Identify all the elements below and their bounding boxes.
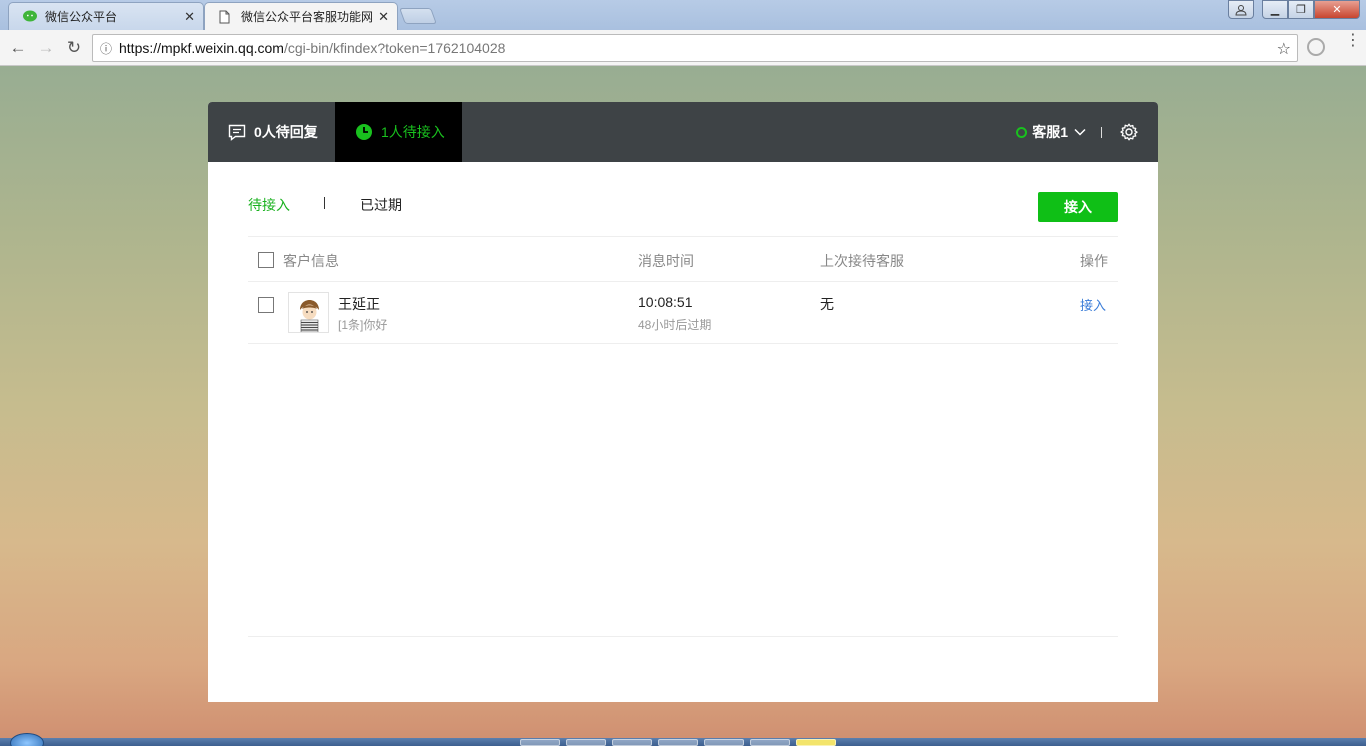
close-icon[interactable]: ✕ — [184, 9, 195, 25]
row-checkbox[interactable] — [258, 297, 274, 313]
tab-waiting-accept[interactable]: 1人待接入 — [335, 102, 462, 162]
column-header-action: 操作 — [1080, 253, 1108, 269]
browser-tab-strip: 微信公众平台 ✕ 微信公众平台客服功能网 ✕ ▁ ❐ ✕ — [0, 0, 1366, 30]
window-close-button[interactable]: ✕ — [1314, 0, 1360, 19]
gear-icon[interactable] — [1120, 123, 1138, 141]
subtab-divider — [324, 197, 325, 209]
user-icon[interactable] — [1228, 0, 1254, 19]
menu-dots-icon[interactable]: ⋮ — [1345, 33, 1361, 49]
table-header: 客户信息 消息时间 上次接待客服 操作 — [248, 236, 1118, 282]
url-host: https://mpkf.weixin.qq.com — [119, 40, 284, 56]
chat-list-icon — [228, 124, 246, 141]
chevron-down-icon — [1074, 128, 1086, 136]
agent-status-dropdown[interactable]: 客服1 — [1016, 102, 1086, 162]
customer-message-preview: [1条]你好 — [338, 318, 388, 332]
close-icon[interactable]: ✕ — [378, 9, 389, 25]
taskbar-item[interactable] — [704, 739, 744, 746]
last-agent: 无 — [820, 296, 834, 312]
table-row: 王延正 [1条]你好 10:08:51 48小时后过期 无 接入 — [248, 282, 1118, 344]
url-path: /cgi-bin/kfindex?token=1762104028 — [283, 40, 506, 56]
message-time: 10:08:51 — [638, 294, 693, 310]
taskbar-item[interactable] — [612, 739, 652, 746]
agent-name: 客服1 — [1032, 124, 1068, 140]
browser-tab-title: 微信公众平台 — [45, 10, 118, 24]
waiting-customers-table: 客户信息 消息时间 上次接待客服 操作 王延正 [1条]你好 10:08:51 … — [248, 236, 1118, 344]
new-tab-button[interactable] — [399, 8, 437, 24]
tab-pending-reply[interactable]: 0人待回复 — [228, 102, 318, 162]
extension-icon[interactable] — [1307, 38, 1325, 56]
taskbar-item[interactable] — [750, 739, 790, 746]
clock-icon — [355, 123, 373, 141]
restore-button[interactable]: ❐ — [1288, 0, 1314, 19]
accept-all-button[interactable]: 接入 — [1038, 192, 1118, 222]
taskbar-item[interactable] — [520, 739, 560, 746]
avatar — [288, 292, 329, 333]
select-all-checkbox[interactable] — [258, 252, 274, 268]
minimize-button[interactable]: ▁ — [1262, 0, 1288, 19]
wechat-icon — [23, 10, 39, 27]
pending-reply-label: 0人待回复 — [254, 124, 318, 140]
bookmark-star-icon[interactable]: ☆ — [1277, 39, 1291, 59]
subtab-pending[interactable]: 待接入 — [248, 195, 290, 215]
start-button[interactable] — [10, 733, 44, 746]
taskbar-item[interactable] — [658, 739, 698, 746]
taskbar-item[interactable] — [796, 739, 836, 746]
back-arrow-icon[interactable]: ← — [8, 38, 28, 58]
browser-tab-wechat-mp[interactable]: 微信公众平台 ✕ — [8, 2, 204, 30]
online-status-icon — [1016, 126, 1028, 138]
table-footer-divider — [248, 636, 1118, 637]
expire-notice: 48小时后过期 — [638, 318, 712, 332]
info-icon[interactable]: ⓘ — [93, 40, 119, 57]
waiting-accept-label: 1人待接入 — [381, 124, 445, 140]
forward-arrow-icon[interactable]: → — [36, 38, 56, 58]
column-header-time: 消息时间 — [638, 253, 694, 269]
document-icon — [219, 10, 230, 27]
reload-icon[interactable]: ↻ — [64, 38, 84, 58]
customer-name: 王延正 — [338, 296, 380, 312]
header-divider — [1101, 127, 1102, 138]
column-header-customer: 客户信息 — [283, 253, 339, 269]
kf-app-panel: 0人待回复 1人待接入 客服1 待接入 已过期 接入 客户信息 消息时间 上次接… — [208, 102, 1158, 702]
accept-link[interactable]: 接入 — [1080, 295, 1106, 314]
taskbar-item[interactable] — [566, 739, 606, 746]
column-header-last-agent: 上次接待客服 — [820, 253, 904, 269]
subtab-expired[interactable]: 已过期 — [360, 195, 402, 215]
browser-tab-kf[interactable]: 微信公众平台客服功能网 ✕ — [204, 2, 398, 30]
address-bar[interactable]: ⓘ https://mpkf.weixin.qq.com/cgi-bin/kfi… — [92, 34, 1298, 62]
browser-tab-title: 微信公众平台客服功能网 — [241, 10, 374, 24]
browser-toolbar: ← → ↻ ⓘ https://mpkf.weixin.qq.com/cgi-b… — [0, 30, 1366, 66]
app-header: 0人待回复 1人待接入 客服1 — [208, 102, 1158, 162]
